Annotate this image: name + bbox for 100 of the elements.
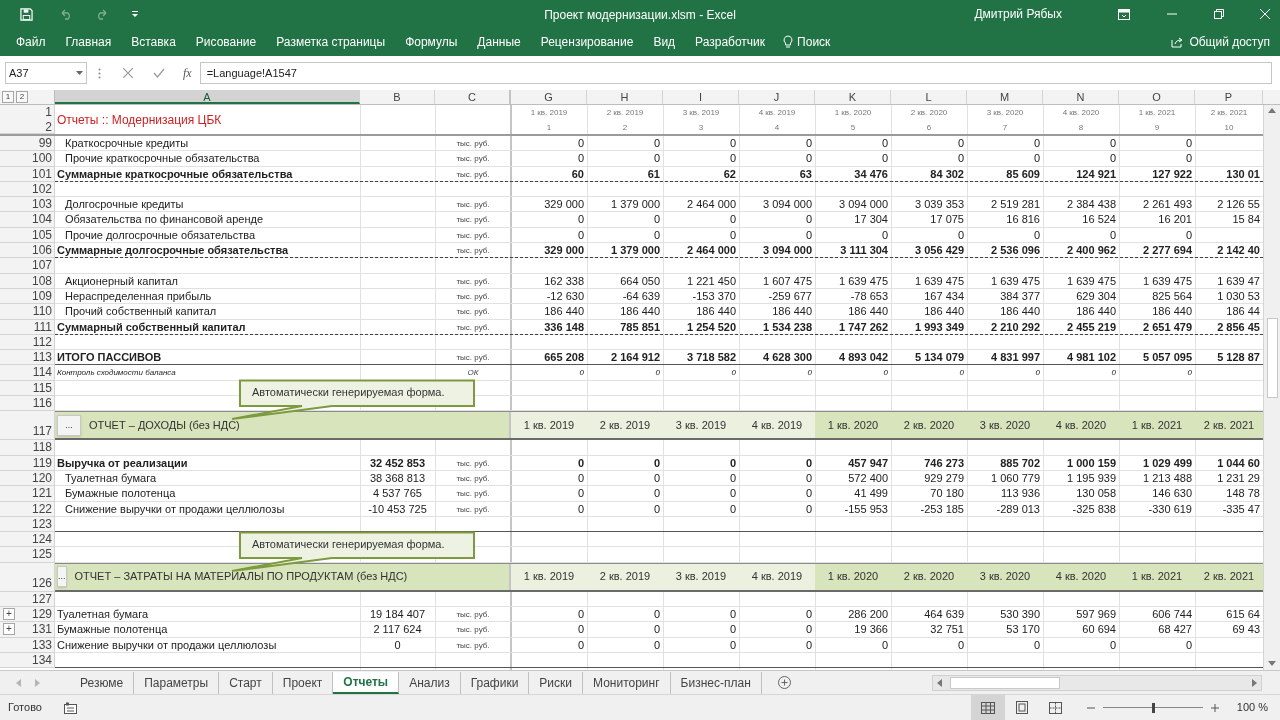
- column-header[interactable]: O: [1119, 90, 1195, 104]
- value-cell-text: 0: [806, 367, 813, 380]
- caret-icon[interactable]: [76, 71, 83, 75]
- formula-field[interactable]: =Language!A1547: [199, 62, 1272, 84]
- more-button[interactable]: ...: [57, 414, 81, 436]
- ribbon-display-icon[interactable]: [1118, 8, 1130, 20]
- macro-record-icon[interactable]: [63, 701, 77, 714]
- search-button[interactable]: Поиск: [775, 30, 839, 54]
- column-header[interactable]: K: [815, 90, 891, 104]
- column-header[interactable]: B: [360, 90, 435, 104]
- unit-cell-text: тыс. руб.: [455, 321, 491, 334]
- value-cell-text: 0: [652, 486, 661, 502]
- sheet-tab[interactable]: Бизнес-план: [670, 671, 762, 694]
- value-cell-text: 16 816: [1005, 212, 1041, 228]
- sheet-tab[interactable]: Анализ: [399, 671, 461, 694]
- zoom-thumb[interactable]: [1151, 702, 1155, 713]
- drag-handle-icon[interactable]: [98, 68, 101, 79]
- column-header[interactable]: L: [891, 90, 967, 104]
- ribbon-tab[interactable]: Формулы: [395, 30, 468, 54]
- scroll-up-icon[interactable]: [1268, 108, 1276, 113]
- value-cell-text: 0: [654, 367, 661, 380]
- sheet-tab[interactable]: Резюме: [70, 671, 135, 694]
- column-header[interactable]: J: [739, 90, 815, 104]
- expand-button[interactable]: +: [3, 608, 15, 620]
- ribbon-tab[interactable]: Вставка: [121, 30, 186, 54]
- ribbon-tab[interactable]: Главная: [55, 30, 122, 54]
- sheet-tab[interactable]: Параметры: [134, 671, 220, 694]
- value-cell-text: 0: [576, 455, 585, 471]
- value-cell-text: 2 651 479: [1142, 319, 1193, 335]
- check-icon[interactable]: [153, 68, 165, 78]
- value-cell-text: -253 185: [919, 501, 965, 517]
- share-button[interactable]: Общий доступ: [1167, 30, 1274, 54]
- undo-icon[interactable]: [59, 8, 73, 20]
- scroll-left-icon[interactable]: [937, 678, 942, 687]
- share-icon: [1171, 36, 1185, 48]
- ribbon-tab[interactable]: Данные: [467, 30, 531, 54]
- view-button[interactable]: [970, 695, 1005, 720]
- sheet-tab[interactable]: Старт: [219, 671, 273, 694]
- value-cell-text: 17 304: [853, 212, 889, 228]
- scroll-thumb[interactable]: [950, 676, 1060, 689]
- column-header[interactable]: G: [511, 90, 587, 104]
- value-cell-text: 0: [576, 227, 585, 243]
- period-label: 3 кв. 2019: [663, 563, 739, 590]
- column-header[interactable]: H: [587, 90, 663, 104]
- value-cell-text: 2 856 45: [1216, 319, 1261, 335]
- column-header[interactable]: M: [967, 90, 1043, 104]
- unit-cell-text: тыс. руб.: [455, 488, 491, 501]
- ribbon-tab[interactable]: Вид: [643, 30, 686, 54]
- ribbon-tab[interactable]: Рисование: [185, 30, 267, 54]
- ribbon-tab[interactable]: Разметка страницы: [266, 30, 396, 54]
- column-header[interactable]: P: [1195, 90, 1263, 104]
- scroll-down-icon[interactable]: [1268, 661, 1276, 666]
- ribbon-tab[interactable]: Рецензирование: [530, 30, 644, 54]
- expand-button[interactable]: +: [3, 623, 15, 636]
- outline-level-button[interactable]: 1: [2, 91, 14, 103]
- vertical-scrollbar[interactable]: [1263, 105, 1280, 670]
- value-cell-text: 4 628 300: [762, 350, 813, 366]
- zoom-in-icon[interactable]: [1210, 703, 1219, 712]
- value-cell-text: 17 075: [929, 212, 965, 228]
- column-header[interactable]: A: [55, 90, 360, 104]
- add-sheet-icon[interactable]: [777, 676, 791, 689]
- value-cell-text: -64 639: [621, 288, 661, 304]
- value-cell-text: 0: [1184, 637, 1193, 653]
- row-number: 111: [33, 319, 52, 334]
- ribbon-tab[interactable]: Разработчик: [685, 30, 776, 54]
- row-label: Прочий собственный капитал: [64, 304, 218, 320]
- outline-level-button[interactable]: 2: [16, 91, 28, 103]
- row-number: 133: [31, 637, 52, 652]
- value-cell-text: 0: [882, 367, 889, 380]
- sheet-tab[interactable]: Мониторинг: [583, 671, 671, 694]
- customize-icon[interactable]: [131, 10, 139, 18]
- more-button[interactable]: ...: [57, 566, 67, 588]
- cancel-icon[interactable]: [123, 68, 133, 78]
- save-icon[interactable]: [20, 7, 33, 21]
- column-header[interactable]: N: [1043, 90, 1119, 104]
- restore-icon[interactable]: [1214, 9, 1224, 19]
- sheet-tab[interactable]: Графики: [460, 671, 530, 694]
- sheet-tab[interactable]: Отчеты: [333, 671, 400, 694]
- scroll-right-icon[interactable]: [1252, 678, 1257, 687]
- horizontal-scrollbar[interactable]: [932, 674, 1262, 691]
- value-cell-text: 3 094 000: [838, 197, 889, 213]
- value-cell-text: 167 434: [923, 288, 965, 304]
- scroll-thumb[interactable]: [1266, 318, 1278, 398]
- value-cell-text: 186 440: [619, 304, 661, 320]
- redo-icon[interactable]: [95, 8, 109, 20]
- value-cell-text: 2 142 40: [1216, 243, 1261, 259]
- ribbon-tab[interactable]: Файл: [6, 30, 56, 54]
- name-box[interactable]: A37: [5, 62, 87, 84]
- amount-cell-text: 4 537 765: [372, 486, 423, 502]
- insert-function-button[interactable]: fx: [181, 64, 194, 82]
- zoom-slider[interactable]: [1102, 702, 1203, 713]
- value-cell-text: 0: [804, 607, 813, 622]
- value-cell-text: 0: [652, 470, 661, 486]
- value-cell-text: 3 039 353: [914, 197, 965, 213]
- value-cell-text: 4 893 042: [838, 350, 889, 366]
- close-icon[interactable]: [1260, 9, 1270, 19]
- sheet-tab[interactable]: Риски: [529, 671, 583, 694]
- column-header[interactable]: C: [435, 90, 511, 104]
- column-header[interactable]: I: [663, 90, 739, 104]
- period-label: 1 кв. 2019: [511, 412, 587, 439]
